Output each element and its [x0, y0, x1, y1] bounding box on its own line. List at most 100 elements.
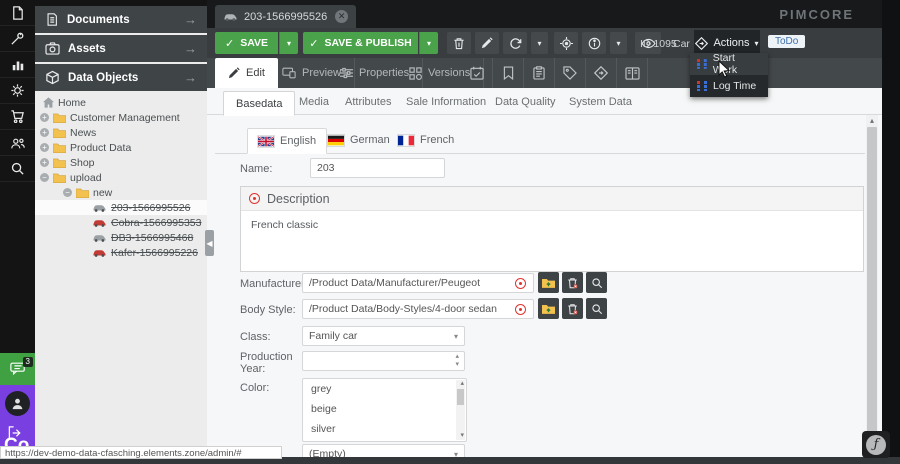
accordion-documents[interactable]: Documents → [35, 6, 207, 33]
name-input[interactable] [310, 158, 445, 178]
todo-badge[interactable]: ToDo [768, 35, 805, 48]
tab-schedule[interactable] [462, 58, 493, 88]
body-style-open-button[interactable] [538, 298, 559, 319]
manufacturer-open-button[interactable] [538, 272, 559, 293]
reload-button[interactable] [503, 32, 527, 54]
element-tab-bar: Edit Preview Properties Versions [207, 58, 882, 88]
german-flag-icon [328, 135, 344, 146]
language-tab-bar: English German French [215, 128, 865, 154]
tree-item-new[interactable]: − new [35, 185, 207, 200]
accordion-assets[interactable]: Assets → [35, 35, 207, 62]
expand-icon[interactable]: + [40, 113, 49, 122]
subtab-data-quality[interactable]: Data Quality [483, 91, 568, 113]
description-value[interactable]: French classic [241, 211, 863, 271]
tree-item-news[interactable]: + News [35, 125, 207, 140]
spinner-up-icon[interactable]: ▴ [455, 353, 459, 361]
content-scrollbar[interactable]: ▴ [866, 115, 878, 457]
color-option-silver[interactable]: silver [303, 419, 466, 439]
class-select[interactable]: Family car ▾ [302, 326, 465, 346]
lang-tab-english[interactable]: English [247, 128, 327, 154]
production-year-spinner[interactable]: ▴ ▾ [302, 351, 465, 371]
tree-item-db3[interactable]: DB3-1566995468 [35, 230, 207, 245]
menu-item-start-work[interactable]: Start Work [690, 53, 768, 75]
lang-tab-french[interactable]: French [388, 128, 464, 152]
document-tab[interactable]: 203-1566995526 ✕ [215, 5, 356, 28]
avatar[interactable] [5, 391, 30, 416]
users-rail-icon[interactable] [0, 130, 35, 156]
tab-tags[interactable] [555, 58, 586, 88]
pimcore-logo: PIMCORE [779, 7, 854, 22]
tree-item-cobra[interactable]: Cobra-1566995353 [35, 215, 207, 230]
calendar-icon [470, 66, 484, 80]
expand-icon[interactable]: + [40, 128, 49, 137]
color-multiselect[interactable]: grey beige silver ▴ ▾ [302, 378, 467, 442]
delete-button[interactable] [447, 32, 471, 54]
collapse-icon[interactable]: − [40, 173, 49, 182]
info-dropdown-button[interactable]: ▾ [610, 32, 627, 54]
scroll-up-icon[interactable]: ▴ [866, 116, 878, 125]
subtab-attributes[interactable]: Attributes [333, 91, 403, 113]
folder-icon [76, 188, 89, 198]
tree-item-203[interactable]: 203-1566995526 [35, 200, 207, 215]
tree-item-product-data[interactable]: + Product Data [35, 140, 207, 155]
main-area: 203-1566995526 ✕ PIMCORE ✓SAVE ▾ ✓SAVE &… [207, 0, 882, 464]
actions-menu: Start Work Log Time [690, 53, 768, 97]
color-option-grey[interactable]: grey [303, 379, 466, 399]
body-style-search-button[interactable] [586, 298, 607, 319]
settings-rail-icon[interactable] [0, 78, 35, 104]
locate-in-tree-button[interactable] [554, 32, 578, 54]
tree-item-upload[interactable]: − upload [35, 170, 207, 185]
tab-bookmark[interactable] [493, 58, 524, 88]
tree-item-customer-management[interactable]: + Customer Management [35, 110, 207, 125]
tools-rail-icon[interactable] [0, 26, 35, 52]
subtab-system-data[interactable]: System Data [557, 91, 644, 113]
tab-notes-events[interactable] [524, 58, 555, 88]
subtab-basedata[interactable]: Basedata [223, 91, 295, 116]
quick-access-button[interactable]: ƒ [862, 431, 890, 458]
scroll-up-icon[interactable]: ▴ [460, 380, 464, 388]
close-tab-icon[interactable]: ✕ [335, 10, 348, 23]
folder-upload-icon [542, 278, 555, 288]
tree-item-kafer[interactable]: Kafer-1566995226 [35, 245, 207, 260]
accordion-data-objects[interactable]: Data Objects → [35, 64, 207, 91]
body-style-remove-button[interactable] [562, 298, 583, 319]
manufacturer-search-button[interactable] [586, 272, 607, 293]
ecommerce-rail-icon[interactable] [0, 104, 35, 130]
person-icon [11, 397, 24, 410]
layout-tab-bar: Basedata Media Attributes Sale Informati… [207, 88, 882, 115]
save-publish-dropdown-button[interactable]: ▾ [419, 32, 438, 54]
color-scrollbar[interactable]: ▴ ▾ [456, 380, 465, 440]
save-button[interactable]: ✓SAVE [215, 32, 278, 54]
chevron-down-icon: ▾ [454, 332, 458, 341]
reload-dropdown-button[interactable]: ▾ [531, 32, 548, 54]
gear-icon [10, 83, 25, 98]
tab-dependencies[interactable] [617, 58, 648, 88]
panel-collapse-handle[interactable]: ◀ [205, 230, 214, 256]
manufacturer-input[interactable]: /Product Data/Manufacturer/Peugeot [302, 273, 534, 293]
tab-workflow[interactable] [586, 58, 617, 88]
chat-button[interactable]: 3 [0, 353, 35, 385]
color-option-beige[interactable]: beige [303, 399, 466, 419]
window-right-edge [882, 0, 900, 464]
documents-rail-icon[interactable] [0, 0, 35, 26]
search-rail-icon[interactable] [0, 156, 35, 182]
reports-rail-icon[interactable] [0, 52, 35, 78]
spinner-down-icon[interactable]: ▾ [455, 361, 459, 369]
rename-button[interactable] [475, 32, 499, 54]
expand-icon[interactable]: + [40, 143, 49, 152]
save-dropdown-button[interactable]: ▾ [279, 32, 298, 54]
scrollbar-thumb[interactable] [867, 127, 877, 453]
body-style-input[interactable]: /Product Data/Body-Styles/4-door sedan [302, 299, 534, 319]
tree-item-shop[interactable]: + Shop [35, 155, 207, 170]
collapse-icon[interactable]: − [63, 188, 72, 197]
manufacturer-label: Manufacturer: [240, 278, 302, 290]
save-publish-button[interactable]: ✓SAVE & PUBLISH [303, 32, 418, 54]
folder-icon [53, 173, 66, 183]
manufacturer-remove-button[interactable] [562, 272, 583, 293]
scroll-down-icon[interactable]: ▾ [460, 432, 464, 440]
expand-icon[interactable]: + [40, 158, 49, 167]
tree-item-home[interactable]: Home [35, 95, 207, 110]
target-icon [560, 37, 573, 50]
info-button[interactable] [582, 32, 606, 54]
menu-item-log-time[interactable]: Log Time [690, 75, 768, 97]
